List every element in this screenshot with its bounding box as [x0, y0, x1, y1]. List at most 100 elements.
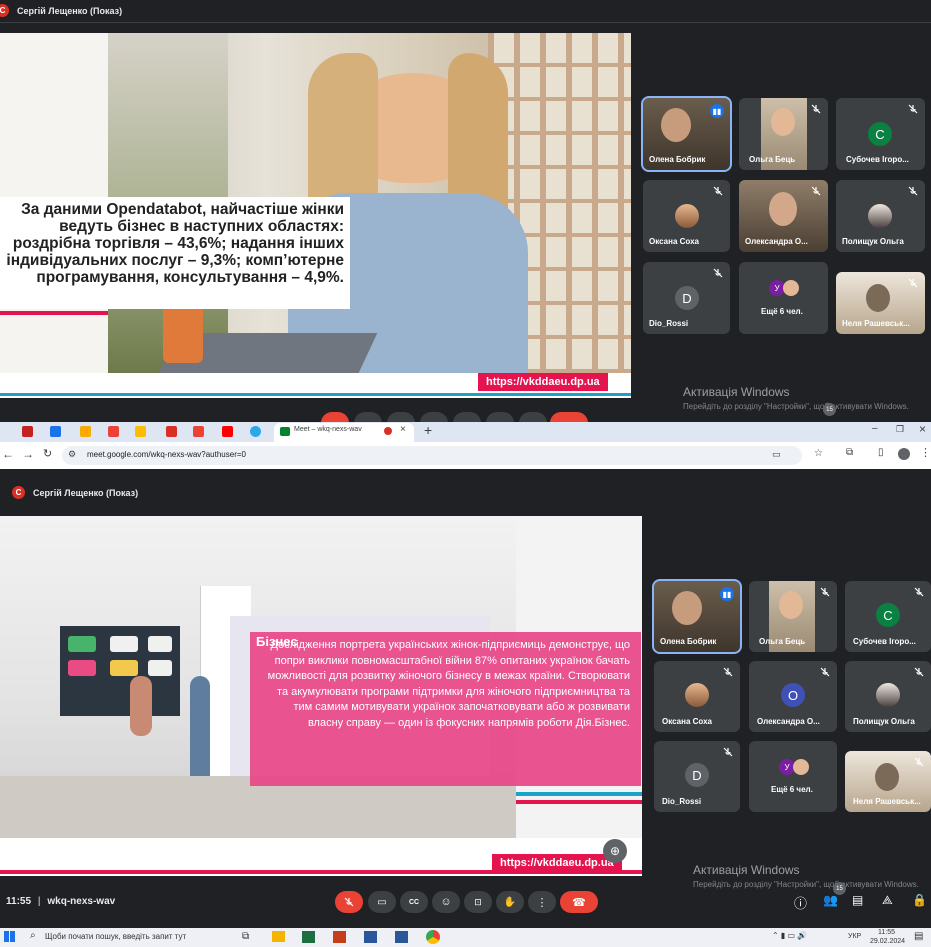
avatar — [868, 204, 892, 228]
participant-count-badge: 15 — [833, 882, 846, 895]
mic-toggle-button[interactable] — [335, 891, 363, 913]
bottom-presenter-label: С Сергій Лещенко (Показ) — [12, 486, 138, 499]
notifications-icon[interactable]: ▤ — [914, 931, 923, 942]
meeting-details-icon[interactable]: ⓘ — [794, 893, 807, 912]
participant-tile[interactable]: Неля Рашевськ... — [845, 751, 931, 812]
extensions-icon[interactable]: ⧉ — [846, 447, 853, 458]
bookmark-star-icon[interactable]: ☆ — [814, 448, 823, 459]
taskbar-search-input[interactable]: Щоби почати пошук, введіть запит тут — [45, 932, 186, 941]
more-vert-icon: ⋮ — [536, 896, 548, 909]
participant-tile[interactable]: Оксана Соха — [654, 661, 740, 732]
tab-favicon-icon[interactable] — [193, 426, 204, 437]
host-controls-icon[interactable]: 🔒 — [912, 893, 927, 907]
top-presenter-label: С Сергій Лещенко (Показ) — [0, 4, 122, 17]
word-icon[interactable] — [364, 931, 377, 943]
powerpoint-icon[interactable] — [333, 931, 346, 943]
new-tab-icon[interactable]: + — [424, 422, 432, 438]
maximize-icon[interactable]: ❐ — [896, 424, 904, 435]
windows-activation-text: Перейдіть до розділу "Настройки", щоб ак… — [693, 880, 919, 889]
tab-favicon-icon[interactable] — [50, 426, 61, 437]
word-icon[interactable] — [395, 931, 408, 943]
tab-favicon-icon[interactable] — [250, 426, 261, 437]
participant-tile[interactable]: Полищук Ольга — [845, 661, 931, 732]
slide-url[interactable]: https://vkddaeu.dp.ua — [478, 373, 608, 391]
raise-hand-button[interactable]: ✋ — [496, 891, 524, 913]
participant-tile[interactable]: ▮▮ Олена Бобрик — [641, 96, 732, 172]
captions-button[interactable]: CC — [400, 891, 428, 913]
taskbar-date[interactable]: 29.02.2024 — [870, 938, 905, 945]
file-explorer-icon[interactable] — [272, 931, 285, 942]
present-icon: ⊡ — [474, 896, 482, 907]
people-icon[interactable]: 👥 — [823, 893, 838, 907]
excel-icon[interactable] — [302, 931, 315, 943]
side-panel-icon[interactable]: ▯ — [878, 447, 884, 458]
presenter-name: Сергій Лещенко (Показ) — [17, 5, 123, 16]
close-window-icon[interactable]: × — [919, 422, 926, 436]
tab-favicon-icon[interactable] — [22, 426, 33, 437]
url-text: meet.google.com/wkq-nexs-wav?authuser=0 — [87, 450, 246, 459]
camera-in-use-icon[interactable]: ▭ — [772, 449, 781, 460]
address-bar[interactable]: ⚙ meet.google.com/wkq-nexs-wav?authuser=… — [62, 446, 823, 465]
slide-url[interactable]: https://vkddaeu.dp.ua — [492, 854, 622, 872]
taskbar-time[interactable]: 11:55 — [878, 929, 895, 936]
windows-taskbar: ⌕ Щоби почати пошук, введіть запит тут ⧉… — [0, 928, 931, 947]
camera-toggle-button[interactable]: ▭ — [368, 891, 396, 913]
zoom-icon[interactable]: ⊕ — [603, 839, 627, 863]
windows-activation-title: Активація Windows — [683, 385, 790, 399]
participant-tile[interactable]: Оксана Соха — [643, 180, 730, 252]
tab-favicon-icon[interactable] — [222, 426, 233, 437]
participant-tile[interactable]: ▮▮ Олена Бобрик — [652, 579, 742, 654]
more-participants-tile[interactable]: У Ещё 6 чел. — [749, 741, 837, 812]
browser-menu-icon[interactable]: ⋮ — [920, 446, 931, 459]
mic-off-icon — [908, 278, 918, 288]
reactions-button[interactable]: ☺ — [432, 891, 460, 913]
slide-text: За даними Opendatabot, найчастіше жінки … — [6, 201, 344, 286]
tab-favicon-icon[interactable] — [108, 426, 119, 437]
tab-favicon-icon[interactable] — [135, 426, 146, 437]
mic-off-icon — [811, 104, 821, 114]
participant-tile[interactable]: О Олександра О... — [749, 661, 837, 732]
participant-tile[interactable]: Полищук Ольга — [836, 180, 925, 252]
reload-icon[interactable]: ↻ — [43, 447, 52, 460]
present-button[interactable]: ⊡ — [464, 891, 492, 913]
avatar — [876, 683, 900, 707]
task-view-icon[interactable]: ⧉ — [242, 931, 249, 942]
leave-call-button[interactable]: ☎ — [560, 891, 598, 913]
mic-off-icon — [713, 268, 723, 278]
participant-tile[interactable]: Ольга Бець — [749, 581, 837, 652]
minimize-icon[interactable]: – — [872, 423, 878, 434]
participant-tile[interactable]: D Dio_Rossi — [643, 262, 730, 334]
more-options-button[interactable]: ⋮ — [528, 891, 556, 913]
start-icon[interactable] — [4, 931, 15, 942]
participant-tile[interactable]: С Субочев Ігоро... — [845, 581, 931, 652]
system-tray-icons[interactable]: ⌃ ▮ ▭ 🔊 — [772, 931, 807, 940]
forward-icon[interactable]: → — [22, 447, 34, 461]
avatar: С — [868, 122, 892, 146]
back-icon[interactable]: ← — [2, 447, 14, 461]
bottom-slide: Бізнес Дослідження портрета українських … — [0, 516, 642, 876]
mic-off-icon — [914, 667, 924, 677]
slide-text: Дослідження портрета українських жінок-п… — [267, 639, 630, 729]
active-tab[interactable]: Meet – wkq-nexs-wav × — [274, 423, 414, 442]
speaking-indicator-icon: ▮▮ — [710, 104, 724, 118]
close-tab-icon[interactable]: × — [400, 424, 406, 435]
participant-tile[interactable]: Олександра О... — [739, 180, 828, 252]
participant-tile[interactable]: D Dio_Rossi — [654, 741, 740, 812]
mic-off-icon — [908, 104, 918, 114]
chrome-icon[interactable] — [426, 930, 440, 944]
participant-tile[interactable]: Неля Рашевськ... — [836, 272, 925, 334]
profile-avatar[interactable] — [898, 448, 910, 460]
participant-tile[interactable]: Ольга Бець — [739, 98, 828, 170]
more-participants-tile[interactable]: У Ещё 6 чел. — [739, 262, 828, 334]
participant-tile[interactable]: С Субочев Ігоро... — [836, 98, 925, 170]
avatar: D — [675, 286, 699, 310]
speaking-indicator-icon: ▮▮ — [720, 587, 734, 601]
tab-favicon-icon[interactable] — [80, 426, 91, 437]
participant-count-badge: 15 — [823, 403, 836, 416]
site-info-icon[interactable]: ⚙ — [68, 449, 76, 460]
chat-icon[interactable]: ▤ — [852, 893, 863, 907]
mic-off-icon — [811, 186, 821, 196]
tab-favicon-icon[interactable] — [166, 426, 177, 437]
activities-icon[interactable]: ⟁ — [882, 893, 893, 908]
keyboard-language[interactable]: УКР — [848, 933, 861, 940]
